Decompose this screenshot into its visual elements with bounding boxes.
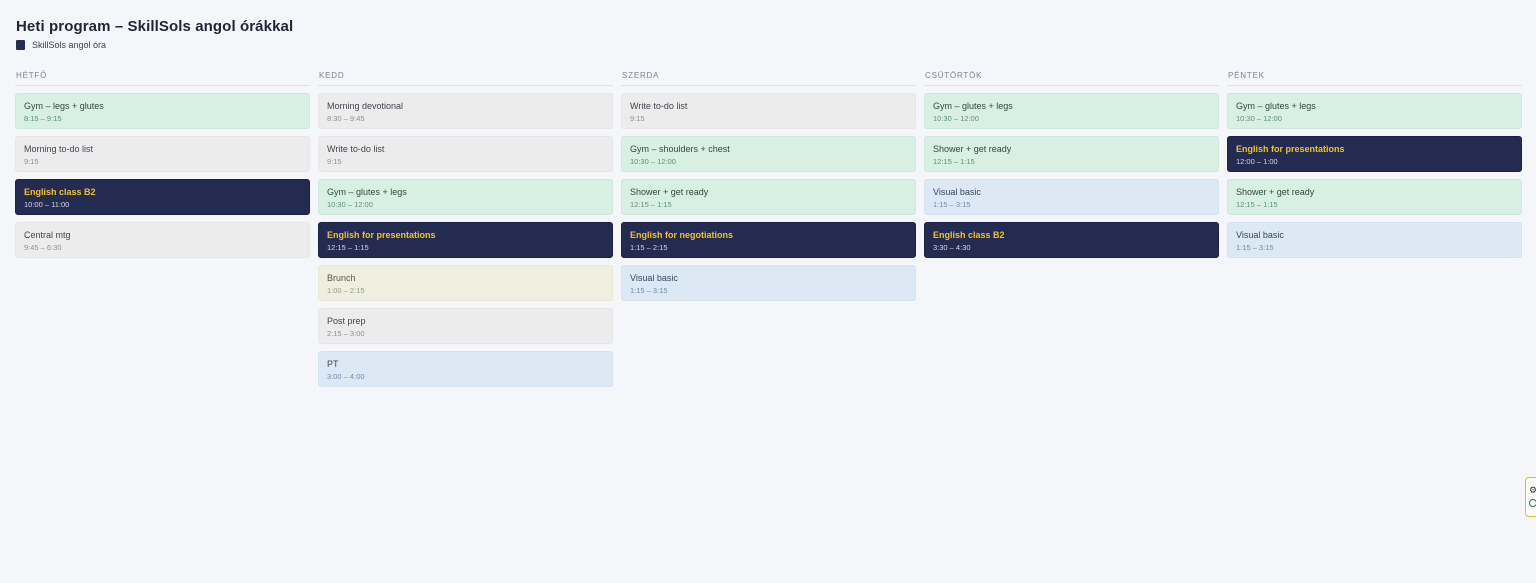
- day-header: KEDD: [318, 71, 613, 86]
- event-name: Morning to-do list: [24, 144, 94, 154]
- event-card[interactable]: Central mtg 9:45 – 6:30: [15, 222, 310, 258]
- event-time: 10:00 – 11:00: [24, 200, 70, 209]
- event-time: 3:30 – 4:30: [933, 243, 971, 252]
- event-card[interactable]: Gym – glutes + legs 10:30 – 12:00: [1227, 93, 1522, 129]
- event-card[interactable]: English class B2 10:00 – 11:00: [15, 179, 310, 215]
- event-card[interactable]: Gym – glutes + legs 10:30 – 12:00: [924, 93, 1219, 129]
- event-time: 3:00 – 4:00: [327, 372, 365, 381]
- event-card[interactable]: Visual basic 1:15 – 3:15: [924, 179, 1219, 215]
- event-name: Visual basic: [1236, 230, 1284, 240]
- event-card[interactable]: PT 3:00 – 4:00: [318, 351, 613, 387]
- event-time: 9:15: [327, 157, 342, 166]
- event-time: 10:30 – 12:00: [630, 157, 676, 166]
- event-time: 9:15: [630, 114, 645, 123]
- legend: SkillSols angol óra: [16, 40, 293, 50]
- day-header: HÉTFŐ: [15, 71, 310, 86]
- event-time: 8:30 – 9:45: [327, 114, 365, 123]
- event-time: 9:45 – 6:30: [24, 243, 62, 252]
- week-board: HÉTFŐ Gym – legs + glutes 8:15 – 9:15 Morni…: [15, 71, 1522, 394]
- event-name: English class B2: [933, 230, 1005, 240]
- event-time: 10:30 – 12:00: [1236, 114, 1282, 123]
- event-time: 12:15 – 1:15: [327, 243, 369, 252]
- event-time: 12:00 – 1:00: [1236, 157, 1278, 166]
- event-name: Post prep: [327, 316, 366, 326]
- event-name: English for presentations: [327, 230, 436, 240]
- page-title: Heti program – SkillSols angol órákkal: [16, 18, 294, 35]
- day-header: SZERDA: [621, 71, 916, 86]
- event-card[interactable]: Gym – shoulders + chest 10:30 – 12:00: [621, 136, 916, 172]
- day-column: KEDD Morning devotional 8:30 – 9:45 Write t…: [318, 71, 613, 394]
- event-card[interactable]: Morning devotional 8:30 – 9:45: [318, 93, 613, 129]
- event-card[interactable]: Gym – glutes + legs 10:30 – 12:00: [318, 179, 613, 215]
- event-time: 1:15 – 3:15: [933, 200, 971, 209]
- event-time: 2:15 – 3:00: [327, 329, 365, 338]
- event-name: Shower + get ready: [1236, 187, 1315, 197]
- event-name: Gym – glutes + legs: [1236, 101, 1316, 111]
- event-name: English for negotiations: [630, 230, 733, 240]
- event-card[interactable]: Shower + get ready 12:15 – 1:15: [621, 179, 916, 215]
- event-time: 1:15 – 2:15: [630, 243, 668, 252]
- event-time: 10:30 – 12:00: [933, 114, 979, 123]
- day-column: SZERDA Write to-do list 9:15 Gym – shoulder…: [621, 71, 916, 394]
- event-card[interactable]: Visual basic 1:15 – 3:15: [621, 265, 916, 301]
- event-name: Gym – glutes + legs: [933, 101, 1013, 111]
- event-time: 12:15 – 1:15: [1236, 200, 1278, 209]
- day-column: CSÜTÖRTÖK Gym – glutes + legs 10:30 – 12:0…: [924, 71, 1219, 394]
- event-card[interactable]: English class B2 3:30 – 4:30: [924, 222, 1219, 258]
- floating-widget[interactable]: ⚙: [1525, 477, 1536, 517]
- event-time: 12:15 – 1:15: [933, 157, 975, 166]
- event-card[interactable]: Write to-do list 9:15: [318, 136, 613, 172]
- event-card[interactable]: English for presentations 12:15 – 1:15: [318, 222, 613, 258]
- legend-label: SkillSols angol óra: [32, 40, 107, 50]
- event-time: 10:30 – 12:00: [327, 200, 373, 209]
- event-name: Gym – legs + glutes: [24, 101, 104, 111]
- event-name: Shower + get ready: [933, 144, 1012, 154]
- event-name: Visual basic: [933, 187, 981, 197]
- event-name: PT: [327, 359, 339, 369]
- event-name: Gym – shoulders + chest: [630, 144, 730, 154]
- event-card[interactable]: Brunch 1:00 – 2:15: [318, 265, 613, 301]
- event-name: English for presentations: [1236, 144, 1345, 154]
- event-card[interactable]: Write to-do list 9:15: [621, 93, 916, 129]
- event-name: Visual basic: [630, 273, 678, 283]
- day-header: PÉNTEK: [1227, 71, 1522, 86]
- event-time: 12:15 – 1:15: [630, 200, 672, 209]
- event-name: Gym – glutes + legs: [327, 187, 407, 197]
- legend-swatch: [16, 40, 25, 50]
- day-header: CSÜTÖRTÖK: [924, 71, 1219, 86]
- day-column: PÉNTEK Gym – glutes + legs 10:30 – 12:00 En…: [1227, 71, 1522, 394]
- event-time: 8:15 – 9:15: [24, 114, 62, 123]
- day-column: HÉTFŐ Gym – legs + glutes 8:15 – 9:15 Morni…: [15, 71, 310, 394]
- event-time: 1:00 – 2:15: [327, 286, 365, 295]
- event-name: Morning devotional: [327, 101, 404, 111]
- event-name: Write to-do list: [327, 144, 385, 154]
- event-time: 9:15: [24, 157, 39, 166]
- circle-icon[interactable]: [1529, 499, 1536, 507]
- gear-icon[interactable]: ⚙: [1529, 485, 1536, 496]
- event-name: Shower + get ready: [630, 187, 709, 197]
- event-name: Central mtg: [24, 230, 71, 240]
- event-card[interactable]: Gym – legs + glutes 8:15 – 9:15: [15, 93, 310, 129]
- event-time: 1:15 – 3:15: [630, 286, 668, 295]
- event-name: English class B2: [24, 187, 96, 197]
- event-name: Brunch: [327, 273, 356, 283]
- event-card[interactable]: Shower + get ready 12:15 – 1:15: [924, 136, 1219, 172]
- page-header: Heti program – SkillSols angol órákkal S…: [16, 18, 293, 50]
- event-card[interactable]: Morning to-do list 9:15: [15, 136, 310, 172]
- event-time: 1:15 – 3:15: [1236, 243, 1274, 252]
- event-card[interactable]: English for negotiations 1:15 – 2:15: [621, 222, 916, 258]
- event-name: Write to-do list: [630, 101, 688, 111]
- event-card[interactable]: Visual basic 1:15 – 3:15: [1227, 222, 1522, 258]
- event-card[interactable]: Post prep 2:15 – 3:00: [318, 308, 613, 344]
- event-card[interactable]: Shower + get ready 12:15 – 1:15: [1227, 179, 1522, 215]
- event-card[interactable]: English for presentations 12:00 – 1:00: [1227, 136, 1522, 172]
